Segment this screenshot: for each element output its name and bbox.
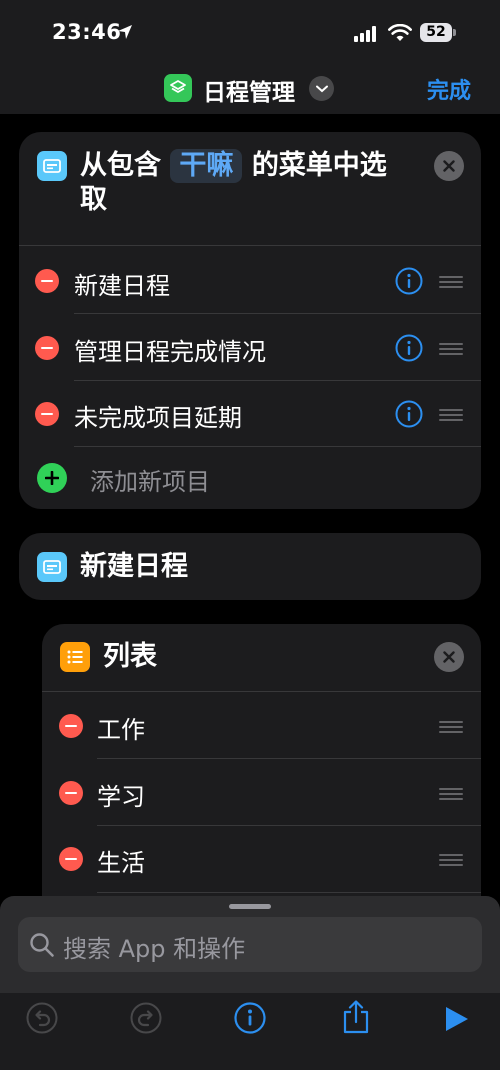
menu-icon [43,560,61,574]
list-action: 列表 工作 学习 生活 [42,624,481,924]
sheet-grabber[interactable] [229,904,271,909]
delete-item-button[interactable] [59,847,83,871]
menu-case-header: 新建日程 [19,533,481,600]
wifi-icon [388,24,412,41]
remove-action-button[interactable] [434,151,464,181]
choose-from-menu-action: 从包含 干嘛 的菜单中选 取 新建日程 管理日程完成情况 未完成项目延期 添加新… [19,132,481,509]
reorder-handle-icon[interactable] [439,785,463,803]
shortcut-title[interactable]: 日程管理 [203,73,295,107]
divider [97,892,481,893]
menu-item-label[interactable]: 新建日程 [74,266,170,301]
list-item-label[interactable]: 生活 [97,843,145,878]
menu-title-line2: 取 [80,184,107,215]
info-icon[interactable] [395,400,423,428]
reorder-handle-icon[interactable] [439,718,463,736]
divider [74,446,481,447]
delete-item-button[interactable] [35,336,59,360]
reorder-handle-icon[interactable] [439,406,463,424]
divider [74,380,481,381]
list-action-title: 列表 [103,641,157,672]
remove-action-button[interactable] [434,642,464,672]
reorder-handle-icon[interactable] [439,273,463,291]
reorder-handle-icon[interactable] [439,340,463,358]
shortcut-app-icon [164,74,192,102]
chevron-down-icon [315,85,328,92]
delete-item-button[interactable] [35,402,59,426]
plus-icon [45,471,59,485]
list-item-label[interactable]: 学习 [97,777,145,812]
status-time: 23:46 [52,20,122,44]
menu-item-label[interactable]: 未完成项目延期 [74,398,242,433]
delete-item-button[interactable] [35,269,59,293]
menu-title-suffix: 的菜单中选 [251,150,387,181]
list-action-icon [60,642,90,672]
add-new-item-label[interactable]: 添加新项目 [90,462,210,497]
list-icon [67,650,83,664]
menu-action-icon [37,552,67,582]
info-icon[interactable] [234,1002,266,1034]
cellular-signal-icon [354,26,376,42]
case-title: 新建日程 [80,551,188,582]
location-arrow-icon [118,25,132,39]
divider [97,825,481,826]
menu-action-title: 从包含 干嘛 的菜单中选 取 [80,149,440,217]
search-placeholder: 搜索 App 和操作 [63,935,246,963]
battery-indicator: 52 [420,23,452,42]
done-button[interactable]: 完成 [427,73,471,105]
battery-cap [453,29,456,36]
search-icon [30,933,54,957]
share-icon[interactable] [340,999,372,1035]
play-icon[interactable] [444,1005,470,1033]
divider [19,245,481,246]
list-item-label[interactable]: 工作 [97,710,145,745]
redo-icon[interactable] [130,1002,162,1034]
menu-title-prefix: 从包含 [80,150,161,181]
info-icon[interactable] [395,334,423,362]
delete-item-button[interactable] [59,714,83,738]
menu-item-label[interactable]: 管理日程完成情况 [74,332,266,367]
info-icon[interactable] [395,267,423,295]
close-icon [443,160,455,172]
divider [74,313,481,314]
divider [97,758,481,759]
variable-token[interactable]: 干嘛 [170,149,243,183]
menu-icon [43,159,61,173]
layers-icon [170,80,186,93]
menu-action-icon [37,151,67,181]
divider [42,691,481,692]
delete-item-button[interactable] [59,781,83,805]
undo-icon[interactable] [26,1002,58,1034]
add-item-button[interactable] [37,463,67,493]
close-icon [443,651,455,663]
reorder-handle-icon[interactable] [439,851,463,869]
title-menu-button[interactable] [309,76,334,101]
